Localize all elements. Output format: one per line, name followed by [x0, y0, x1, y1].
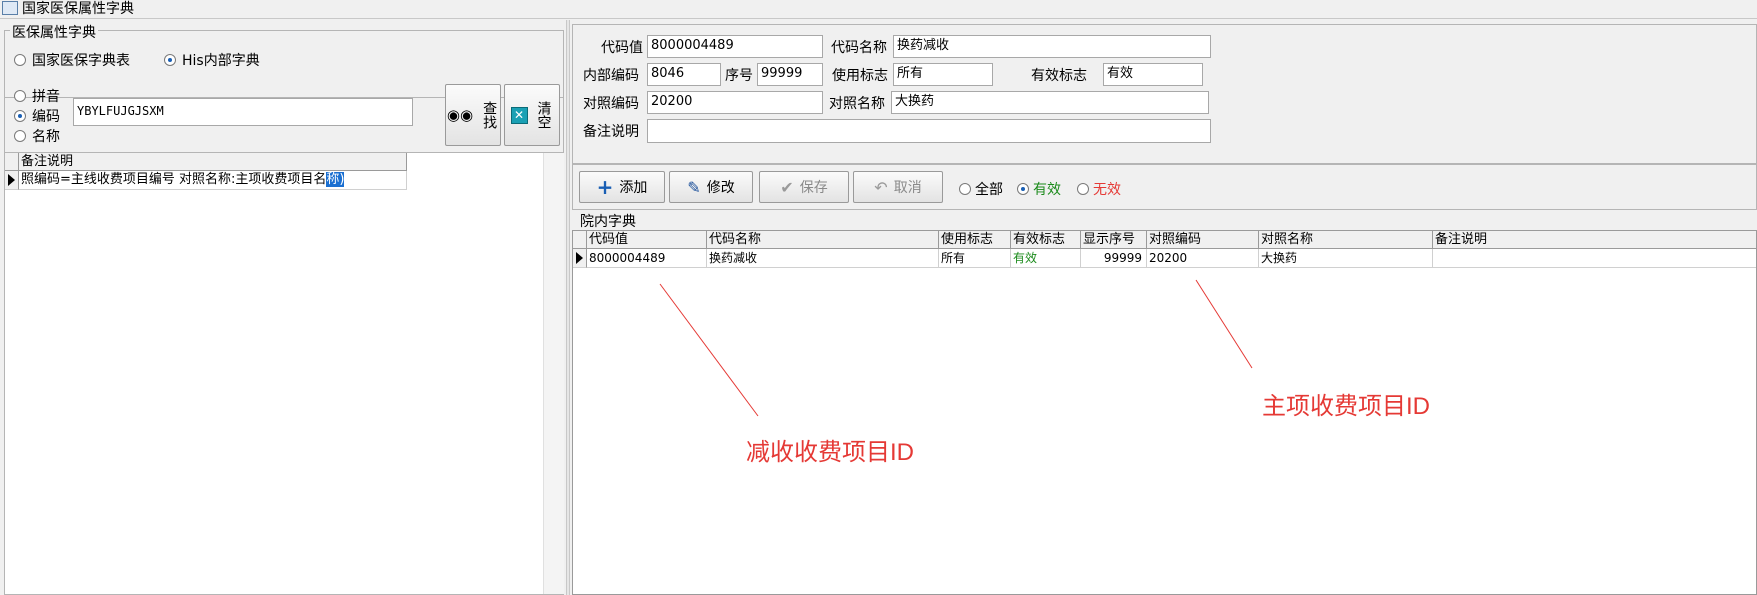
annotation-deduction-id: 减收收费项目ID — [746, 439, 914, 466]
annotation-line-right — [1195, 279, 1253, 369]
annotation-main-id: 主项收费项目ID — [1262, 393, 1430, 420]
annotation-line-left — [659, 283, 759, 417]
annotation-overlay — [659, 279, 1253, 417]
